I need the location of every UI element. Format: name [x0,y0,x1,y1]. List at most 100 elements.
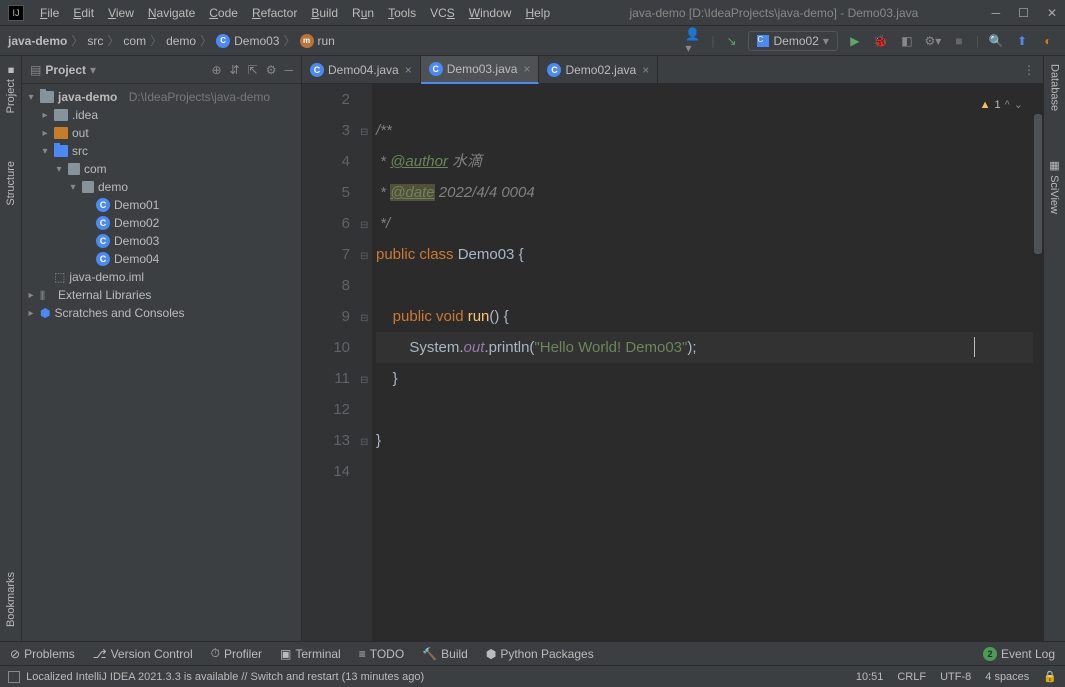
breadcrumb-class[interactable]: Demo03 [234,34,279,48]
scrollbar-thumb[interactable] [1034,114,1042,254]
version-control-tool[interactable]: ⎇Version Control [93,647,193,661]
tree-class-demo03[interactable]: C Demo03 [22,232,301,250]
status-encoding[interactable]: UTF-8 [940,671,971,683]
menu-navigate[interactable]: Navigate [142,4,201,22]
tree-out-folder[interactable]: ▸ out [22,124,301,142]
event-log-tool[interactable]: 2 Event Log [983,647,1055,661]
run-config-selector[interactable]: C Demo02 ▾ [748,31,837,51]
sidebar-title[interactable]: Project [45,63,86,77]
menu-code[interactable]: Code [203,4,244,22]
folder-icon [54,109,68,121]
folder-icon [54,145,68,157]
debug-button[interactable]: 🐞 [872,32,890,50]
menu-run[interactable]: Run [346,4,380,22]
problems-icon: ⊘ [10,647,20,661]
tree-class-demo04[interactable]: C Demo04 [22,250,301,268]
breadcrumb-demo[interactable]: demo [166,34,196,48]
breadcrumb-src[interactable]: src [87,34,103,48]
run-config-name: Demo02 [773,34,818,48]
tab-demo03[interactable]: C Demo03.java × [421,56,540,84]
build-icon: 🔨 [422,647,437,661]
minimize-button[interactable]: ─ [992,6,1001,20]
add-config-icon[interactable]: 👤▾ [685,32,703,50]
menu-view[interactable]: View [102,4,140,22]
class-icon: C [96,252,110,266]
folder-icon [54,127,68,139]
build-tool[interactable]: 🔨Build [422,647,468,661]
tree-project-root[interactable]: ▾ java-demo D:\IdeaProjects\java-demo [22,88,301,106]
sciview-tool-tab[interactable]: ▦ SciView [1046,155,1063,218]
status-line-sep[interactable]: CRLF [897,671,926,683]
tree-class-demo01[interactable]: C Demo01 [22,196,301,214]
structure-tool-tab[interactable]: Structure [3,157,19,210]
close-tab-icon[interactable]: × [642,63,649,77]
breadcrumb-method[interactable]: run [318,34,335,48]
tab-demo04[interactable]: C Demo04.java × [302,56,421,84]
library-icon: ⫴ [40,289,54,301]
database-tool-tab[interactable]: Database [1047,60,1063,115]
hide-icon[interactable]: ─ [284,63,293,77]
stop-button[interactable]: ■ [950,32,968,50]
problems-tool[interactable]: ⊘Problems [10,647,75,661]
tree-class-demo02[interactable]: C Demo02 [22,214,301,232]
bookmarks-tool-tab[interactable]: Bookmarks [3,568,19,631]
menu-bar: File Edit View Navigate Code Refactor Bu… [34,4,556,22]
tree-scratches[interactable]: ▸⬢ Scratches and Consoles [22,304,301,322]
menu-file[interactable]: File [34,4,65,22]
settings-icon[interactable]: ⚙ [266,63,277,77]
code-editor[interactable]: 2 3 4 5 6 7 8 9 10 11 12 13 14 ⊟ ⊟ ⊟ ⊟ ⊟… [302,84,1043,641]
build-icon[interactable]: ↘ [722,32,740,50]
app-logo: IJ [8,5,24,21]
project-tool-tab[interactable]: Project ■ [3,60,19,117]
menu-build[interactable]: Build [305,4,344,22]
close-button[interactable]: ✕ [1047,6,1057,20]
breadcrumb: java-demo 〉 src 〉 com 〉 demo 〉 C Demo03 … [8,32,335,49]
inspection-badge[interactable]: ▲ 1 ^⌄ [980,90,1023,121]
python-packages-tool[interactable]: ⬢Python Packages [486,647,594,661]
class-icon: C [757,35,769,47]
file-icon: ⬚ [54,270,65,284]
coverage-button[interactable]: ◧ [898,32,916,50]
expand-all-icon[interactable]: ⇵ [230,63,240,77]
menu-vcs[interactable]: VCS [424,4,461,22]
lock-icon[interactable]: 🔒 [1043,670,1057,683]
collapse-all-icon[interactable]: ⇱ [248,63,258,77]
menu-help[interactable]: Help [519,4,556,22]
status-message[interactable]: Localized IntelliJ IDEA 2021.3.3 is avai… [26,671,424,683]
close-tab-icon[interactable]: × [405,63,412,77]
profile-button[interactable]: ⚙▾ [924,32,942,50]
tree-external-libs[interactable]: ▸⫴ External Libraries [22,286,301,304]
tool-window-toggle-icon[interactable] [8,671,20,683]
status-indent[interactable]: 4 spaces [985,671,1029,683]
search-button[interactable]: 🔍 [987,32,1005,50]
ide-features-button[interactable]: ◐ [1039,32,1057,50]
method-icon: m [300,34,314,48]
menu-window[interactable]: Window [463,4,518,22]
tree-iml-file[interactable]: ⬚ java-demo.iml [22,268,301,286]
breadcrumb-com[interactable]: com [123,34,146,48]
breadcrumb-root[interactable]: java-demo [8,34,67,48]
editor-scrollbar[interactable] [1033,84,1043,641]
close-tab-icon[interactable]: × [523,62,530,76]
menu-edit[interactable]: Edit [67,4,100,22]
tree-com-package[interactable]: ▾ com [22,160,301,178]
update-button[interactable]: ⬆ [1013,32,1031,50]
terminal-tool[interactable]: ▣Terminal [280,647,341,661]
profiler-tool[interactable]: ⏱Profiler [211,646,262,661]
tree-src-folder[interactable]: ▾ src [22,142,301,160]
class-icon: C [216,34,230,48]
menu-tools[interactable]: Tools [382,4,422,22]
tab-demo02[interactable]: C Demo02.java × [539,56,658,84]
editor-tabs: C Demo04.java × C Demo03.java × C Demo02… [302,56,1043,84]
tabs-more-icon[interactable]: ⋮ [1015,63,1043,77]
run-button[interactable]: ▶ [846,32,864,50]
tree-idea-folder[interactable]: ▸ .idea [22,106,301,124]
maximize-button[interactable]: ☐ [1018,6,1029,20]
menu-refactor[interactable]: Refactor [246,4,303,22]
scratches-icon: ⬢ [40,306,50,320]
folder-icon [40,91,54,103]
select-opened-icon[interactable]: ⊕ [212,63,222,77]
tree-demo-package[interactable]: ▾ demo [22,178,301,196]
todo-tool[interactable]: ≡TODO [359,647,404,661]
fold-column[interactable]: ⊟ ⊟ ⊟ ⊟ ⊟ ⊟ [358,84,372,641]
